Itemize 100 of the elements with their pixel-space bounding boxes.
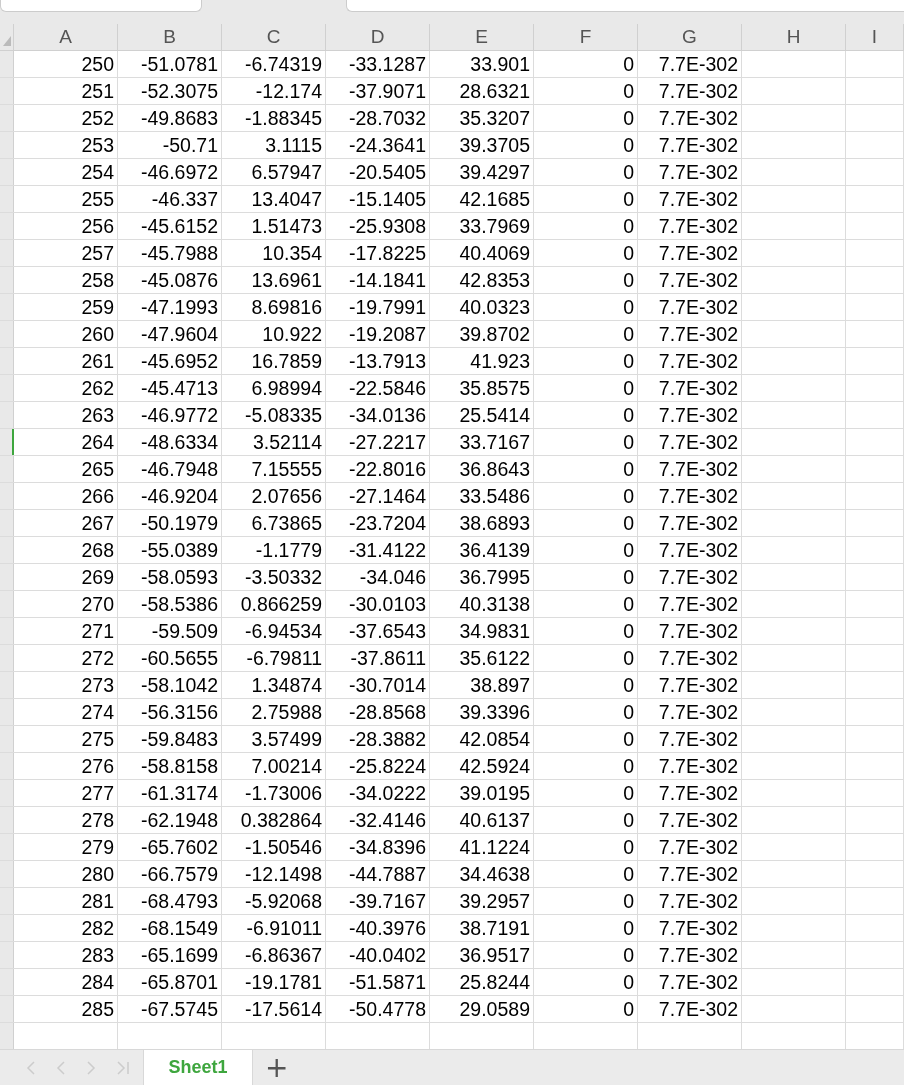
row-header[interactable] bbox=[0, 348, 14, 374]
row-header[interactable] bbox=[0, 672, 14, 698]
row-header[interactable] bbox=[0, 78, 14, 104]
table-cell: 41.923 bbox=[470, 349, 530, 373]
table-cell: 280 bbox=[81, 862, 114, 886]
table-cell: -49.8683 bbox=[141, 106, 218, 130]
row-header[interactable] bbox=[0, 780, 14, 806]
column-header[interactable]: E bbox=[430, 24, 534, 50]
row-header[interactable] bbox=[0, 159, 14, 185]
row-header[interactable] bbox=[0, 294, 14, 320]
row-header[interactable] bbox=[0, 807, 14, 833]
row-header[interactable] bbox=[0, 51, 14, 77]
row-header[interactable] bbox=[0, 429, 14, 455]
table-cell: -50.4778 bbox=[349, 997, 426, 1021]
table-cell: -37.9071 bbox=[349, 79, 426, 103]
row-header[interactable] bbox=[0, 321, 14, 347]
table-cell: 7.7E-302 bbox=[658, 106, 738, 130]
row-header[interactable] bbox=[0, 402, 14, 428]
table-cell: 0 bbox=[623, 916, 634, 940]
row-header[interactable] bbox=[0, 483, 14, 509]
table-cell: 257 bbox=[81, 241, 114, 265]
table-cell: 7.7E-302 bbox=[658, 835, 738, 859]
column-header[interactable]: B bbox=[118, 24, 222, 50]
add-sheet-button[interactable]: + bbox=[253, 1050, 301, 1085]
table-cell: -20.5405 bbox=[349, 160, 426, 184]
row-header[interactable] bbox=[0, 915, 14, 941]
table-cell: 0 bbox=[623, 484, 634, 508]
select-all-corner[interactable] bbox=[0, 24, 14, 50]
name-box[interactable] bbox=[0, 0, 202, 12]
table-cell: -24.3641 bbox=[349, 133, 426, 157]
table-cell: 270 bbox=[81, 592, 114, 616]
row-header[interactable] bbox=[0, 726, 14, 752]
row-header[interactable] bbox=[0, 213, 14, 239]
row-header[interactable] bbox=[0, 510, 14, 536]
table-cell: -44.7887 bbox=[349, 862, 426, 886]
table-cell: 8.69816 bbox=[251, 295, 322, 319]
row-header[interactable] bbox=[0, 375, 14, 401]
column-header[interactable]: F bbox=[534, 24, 638, 50]
row-header[interactable] bbox=[0, 888, 14, 914]
row-header[interactable] bbox=[0, 996, 14, 1022]
row-header[interactable] bbox=[0, 969, 14, 995]
table-cell: 7.7E-302 bbox=[658, 241, 738, 265]
table-cell: -6.86367 bbox=[245, 943, 322, 967]
row-header[interactable] bbox=[0, 834, 14, 860]
column-header[interactable]: A bbox=[14, 24, 118, 50]
first-sheet-icon[interactable] bbox=[26, 1059, 36, 1076]
row-header[interactable] bbox=[0, 564, 14, 590]
table-cell: 7.7E-302 bbox=[658, 268, 738, 292]
column-header[interactable]: I bbox=[846, 24, 904, 50]
row-header[interactable] bbox=[0, 699, 14, 725]
column-header[interactable]: D bbox=[326, 24, 430, 50]
table-cell: 251 bbox=[81, 79, 114, 103]
table-cell: 276 bbox=[81, 754, 114, 778]
table-cell: 7.7E-302 bbox=[658, 160, 738, 184]
row-header[interactable] bbox=[0, 240, 14, 266]
chevron-left-icon[interactable] bbox=[56, 1059, 66, 1076]
table-cell: -58.5386 bbox=[141, 592, 218, 616]
table-cell: -45.0876 bbox=[141, 268, 218, 292]
table-cell: -12.1498 bbox=[245, 862, 322, 886]
table-cell: 41.1224 bbox=[459, 835, 530, 859]
table-cell: 38.7191 bbox=[459, 916, 530, 940]
table-cell: 39.0195 bbox=[459, 781, 530, 805]
column-header[interactable]: C bbox=[222, 24, 326, 50]
table-cell: 7.7E-302 bbox=[658, 754, 738, 778]
column-header[interactable]: H bbox=[742, 24, 846, 50]
table-cell: -17.5614 bbox=[245, 997, 322, 1021]
table-cell: 0 bbox=[623, 133, 634, 157]
table-cell: -48.6334 bbox=[141, 430, 218, 454]
row-header[interactable] bbox=[0, 456, 14, 482]
table-cell: -6.94534 bbox=[245, 619, 322, 643]
column-header[interactable]: G bbox=[638, 24, 742, 50]
table-cell: 260 bbox=[81, 322, 114, 346]
last-sheet-icon[interactable] bbox=[116, 1059, 130, 1076]
row-header[interactable] bbox=[0, 267, 14, 293]
row-header[interactable] bbox=[0, 105, 14, 131]
table-cell: 6.98994 bbox=[251, 376, 322, 400]
table-cell: -58.0593 bbox=[141, 565, 218, 589]
row-header[interactable] bbox=[0, 753, 14, 779]
table-cell: -67.5745 bbox=[141, 997, 218, 1021]
table-cell: -1.73006 bbox=[245, 781, 322, 805]
row-header[interactable] bbox=[0, 645, 14, 671]
chevron-right-icon[interactable] bbox=[86, 1059, 96, 1076]
row-header[interactable] bbox=[0, 861, 14, 887]
table-cell: 0 bbox=[623, 565, 634, 589]
row-header[interactable] bbox=[0, 591, 14, 617]
formula-bar[interactable] bbox=[346, 0, 904, 12]
row-header[interactable] bbox=[0, 132, 14, 158]
table-cell: -37.8611 bbox=[350, 646, 426, 670]
row-header[interactable] bbox=[0, 618, 14, 644]
table-cell: 7.7E-302 bbox=[658, 52, 738, 76]
row-header[interactable] bbox=[0, 186, 14, 212]
table-cell: 42.1685 bbox=[459, 187, 530, 211]
row-header[interactable] bbox=[0, 942, 14, 968]
table-cell: 7.15555 bbox=[251, 457, 322, 481]
table-cell: 0 bbox=[623, 457, 634, 481]
table-cell: 277 bbox=[81, 781, 114, 805]
table-cell: 1.51473 bbox=[251, 214, 322, 238]
sheet-tab[interactable]: Sheet1 bbox=[143, 1050, 253, 1085]
row-header[interactable] bbox=[0, 537, 14, 563]
table-cell: 6.73865 bbox=[251, 511, 322, 535]
